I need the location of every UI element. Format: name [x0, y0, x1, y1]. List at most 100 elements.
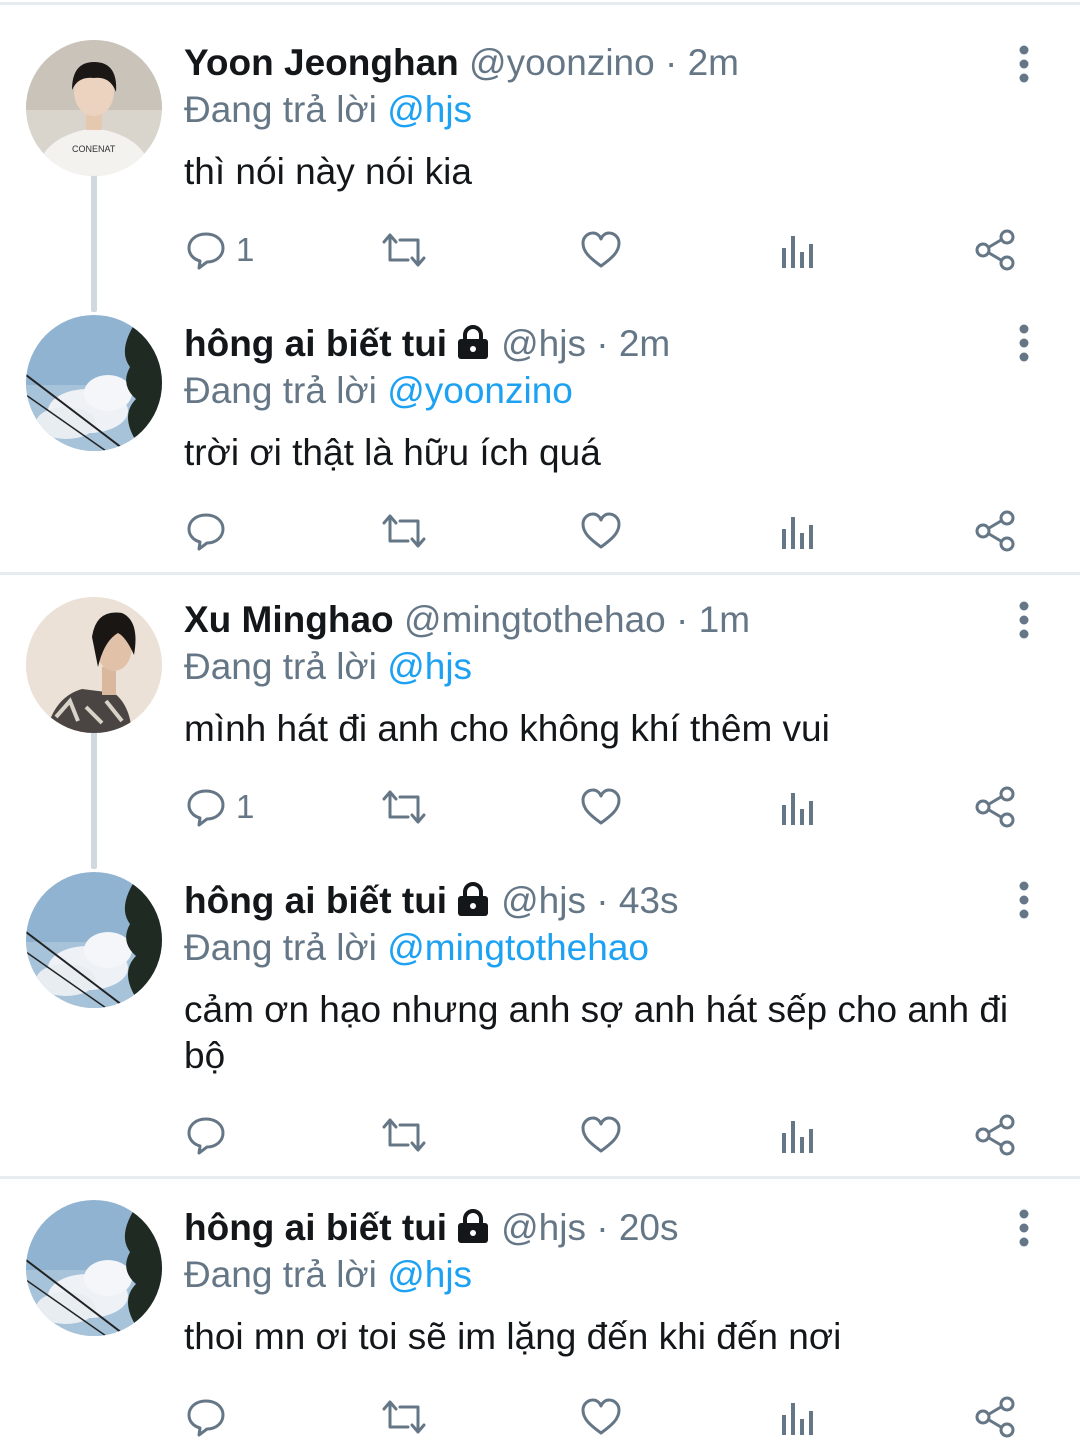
avatar[interactable] [26, 872, 162, 1008]
author-name[interactable]: Yoon Jeonghan [184, 42, 459, 83]
analytics-button[interactable] [780, 1110, 816, 1160]
timestamp[interactable]: 43s [619, 880, 679, 921]
tweet-text: thoi mn ơi toi sẽ im lặng đến khi đến nơ… [184, 1316, 842, 1357]
action-bar [0, 1110, 1080, 1160]
tweet-text: thì nói này nói kia [184, 151, 472, 192]
svg-text:CONENAT: CONENAT [72, 144, 116, 154]
retweet-icon [382, 1400, 426, 1434]
analytics-icon [782, 517, 813, 549]
mention-link[interactable]: @hjs [387, 646, 472, 687]
replying-to: Đang trả lời @hjs [184, 1252, 472, 1298]
tweet-header: hông ai biết tui @hjs · 43s [184, 878, 679, 924]
analytics-button[interactable] [780, 506, 816, 556]
author-name[interactable]: Xu Minghao [184, 599, 394, 640]
reply-button[interactable] [186, 1392, 236, 1442]
timestamp[interactable]: 2m [619, 323, 670, 364]
mention-link[interactable]: @hjs [387, 1254, 472, 1295]
author-name[interactable]: hông ai biết tui [184, 880, 447, 921]
like-button[interactable] [580, 782, 622, 832]
replying-to-label: Đang trả lời [184, 1254, 377, 1295]
share-icon [975, 786, 1015, 828]
like-button[interactable] [580, 225, 622, 275]
timestamp[interactable]: 2m [688, 42, 739, 83]
replying-to-label: Đang trả lời [184, 646, 377, 687]
tweet-header: hông ai biết tui @hjs · 2m [184, 321, 670, 367]
more-vertical-icon[interactable] [1010, 323, 1038, 363]
action-bar [0, 506, 1080, 556]
replying-to: Đang trả lời @yoonzino [184, 368, 573, 414]
replying-to-label: Đang trả lời [184, 927, 377, 968]
replying-to-label: Đang trả lời [184, 89, 377, 130]
more-vertical-icon[interactable] [1010, 880, 1038, 920]
top-divider [0, 2, 1080, 5]
analytics-icon [782, 1403, 813, 1435]
avatar[interactable] [26, 1200, 162, 1336]
share-button[interactable] [974, 1110, 1016, 1160]
author-handle[interactable]: @mingtothehao [404, 599, 666, 640]
author-handle[interactable]: @hjs [501, 880, 586, 921]
analytics-button[interactable] [780, 225, 816, 275]
reply-button[interactable] [186, 1110, 236, 1160]
author-name[interactable]: hông ai biết tui [184, 1207, 447, 1248]
author-handle[interactable]: @hjs [501, 323, 586, 364]
reply-icon [187, 513, 225, 551]
reply-icon [187, 1399, 225, 1437]
author-handle[interactable]: @hjs [501, 1207, 586, 1248]
divider [0, 1176, 1080, 1179]
more-vertical-icon[interactable] [1010, 600, 1038, 640]
reply-icon [187, 1117, 225, 1155]
heart-icon [581, 512, 621, 549]
reply-button[interactable] [186, 506, 236, 556]
retweet-button[interactable] [380, 506, 428, 556]
heart-icon [581, 1116, 621, 1153]
separator-dot: · [596, 880, 609, 921]
share-button[interactable] [974, 782, 1016, 832]
action-bar: 1 [0, 782, 1080, 832]
tweet-header: Xu Minghao @mingtothehao · 1m [184, 597, 750, 643]
replying-to: Đang trả lời @hjs [184, 87, 472, 133]
reply-button[interactable]: 1 [186, 782, 254, 832]
retweet-button[interactable] [380, 1392, 428, 1442]
share-icon [975, 229, 1015, 271]
separator-dot: · [596, 1207, 609, 1248]
reply-button[interactable]: 1 [186, 225, 254, 275]
retweet-icon [382, 514, 426, 548]
lock-icon [458, 882, 489, 916]
like-button[interactable] [580, 506, 622, 556]
analytics-icon [782, 1121, 813, 1153]
reply-icon [187, 789, 225, 827]
retweet-button[interactable] [380, 1110, 428, 1160]
like-button[interactable] [580, 1110, 622, 1160]
analytics-button[interactable] [780, 1392, 816, 1442]
share-button[interactable] [974, 225, 1016, 275]
reply-count: 1 [236, 231, 255, 268]
avatar[interactable]: CONENAT [26, 40, 162, 176]
share-button[interactable] [974, 506, 1016, 556]
tweet-header: Yoon Jeonghan @yoonzino · 2m [184, 40, 739, 86]
retweet-button[interactable] [380, 782, 428, 832]
share-button[interactable] [974, 1392, 1016, 1442]
timestamp[interactable]: 1m [699, 599, 750, 640]
retweet-button[interactable] [380, 225, 428, 275]
heart-icon [581, 788, 621, 825]
analytics-button[interactable] [780, 782, 816, 832]
lock-icon [458, 325, 489, 359]
like-button[interactable] [580, 1392, 622, 1442]
more-vertical-icon[interactable] [1010, 1208, 1038, 1248]
analytics-icon [782, 793, 813, 825]
timestamp[interactable]: 20s [619, 1207, 679, 1248]
separator-dot: · [665, 42, 678, 83]
action-bar: 1 [0, 225, 1080, 275]
action-bar [0, 1392, 1080, 1442]
avatar[interactable] [26, 597, 162, 733]
more-vertical-icon[interactable] [1010, 44, 1038, 84]
author-name[interactable]: hông ai biết tui [184, 323, 447, 364]
mention-link[interactable]: @yoonzino [387, 370, 573, 411]
mention-link[interactable]: @hjs [387, 89, 472, 130]
mention-link[interactable]: @mingtothehao [387, 927, 649, 968]
avatar[interactable] [26, 315, 162, 451]
author-handle[interactable]: @yoonzino [469, 42, 655, 83]
retweet-icon [382, 1118, 426, 1152]
replying-to: Đang trả lời @hjs [184, 644, 472, 690]
tweet-text: mình hát đi anh cho không khí thêm vui [184, 708, 830, 749]
